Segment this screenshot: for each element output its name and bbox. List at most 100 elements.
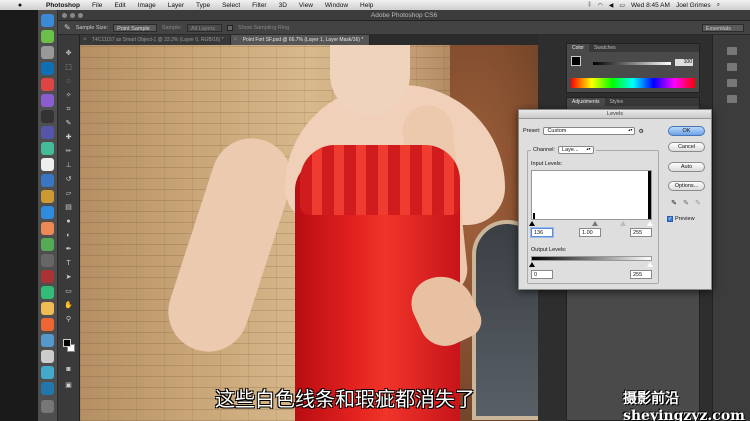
shape-tool-icon[interactable]: ▭ [63,287,74,296]
k-slider[interactable] [593,62,671,65]
eyedropper-tool-icon[interactable]: ✎ [63,119,74,128]
quick-select-tool-icon[interactable]: ✧ [63,91,74,100]
bluetooth-icon[interactable]: ᛒ [588,2,592,8]
menu-3d[interactable]: 3D [273,2,293,9]
dock-app-icon[interactable] [41,238,54,251]
blur-tool-icon[interactable]: ● [63,217,74,226]
preview-checkbox[interactable]: ✓ [667,216,673,222]
hand-tool-icon[interactable]: ✋ [63,301,74,310]
dock-app-icon[interactable] [41,222,54,235]
preset-options-icon[interactable]: ⚙ [638,128,643,135]
document-tab[interactable]: × T4C11157 as Smart Object-1 @ 33.3% (La… [80,35,231,45]
photoshop-dock-icon[interactable] [41,62,54,75]
options-button[interactable]: Options... [668,181,705,191]
dock-app-icon[interactable] [41,174,54,187]
cancel-button[interactable]: Cancel [668,142,705,152]
sample-size-select[interactable]: Point Sample [113,23,157,32]
dock-app-icon[interactable] [41,286,54,299]
zoom-window-button[interactable] [78,13,83,18]
input-white-slider[interactable] [647,221,653,226]
quick-mask-icon[interactable]: ◙ [63,365,74,374]
dock-app-icon[interactable] [41,142,54,155]
finder-dock-icon[interactable] [41,14,54,27]
volume-icon[interactable]: ◀ [609,2,614,9]
dock-app-icon[interactable] [41,190,54,203]
input-white-field[interactable]: 255 [630,228,652,237]
firefox-dock-icon[interactable] [41,318,54,331]
move-tool-icon[interactable]: ✥ [63,49,74,58]
input-gamma-slider[interactable] [592,221,598,226]
pen-tool-icon[interactable]: ✒ [63,245,74,254]
dock-app-icon[interactable] [41,158,54,171]
gray-eyedropper-icon[interactable]: ✎ [682,200,690,208]
black-eyedropper-icon[interactable]: ✎ [670,200,678,208]
dock-app-icon[interactable] [41,206,54,219]
dock-app-icon[interactable] [41,334,54,347]
menu-window[interactable]: Window [319,2,354,9]
workspace-select[interactable]: Essentials [701,23,744,32]
show-sampling-ring-checkbox[interactable] [227,24,234,31]
output-black-slider[interactable] [529,262,535,267]
input-black-field[interactable]: 136 [531,228,553,237]
dock-app-icon[interactable] [41,350,54,363]
menu-layer[interactable]: Layer [162,2,190,9]
info-panel-icon[interactable] [727,79,737,87]
white-eyedropper-icon[interactable]: ✎ [694,200,702,208]
sample-select[interactable]: All Layers [187,23,223,32]
output-white-field[interactable]: 255 [630,270,652,279]
tab-swatches[interactable]: Swatches [589,44,621,52]
k-value-field[interactable]: 100 [675,59,693,66]
dock-app-icon[interactable] [41,110,54,123]
history-brush-tool-icon[interactable]: ↺ [63,175,74,184]
output-white-slider[interactable] [647,262,653,267]
menu-help[interactable]: Help [354,2,379,9]
gradient-tool-icon[interactable]: ▤ [63,203,74,212]
close-tab-icon[interactable]: × [234,35,238,45]
preset-select[interactable]: Custom [543,127,636,135]
dock-app-icon[interactable] [41,366,54,379]
path-select-tool-icon[interactable]: ➤ [63,273,74,282]
marquee-tool-icon[interactable]: ⬚ [63,63,74,72]
minimize-window-button[interactable] [70,13,75,18]
brush-tool-icon[interactable]: ✏ [63,147,74,156]
foreground-color-swatch[interactable] [63,339,71,347]
menu-file[interactable]: File [86,2,108,9]
dock-app-icon[interactable] [41,126,54,139]
input-gamma-field[interactable]: 1.00 [579,228,601,237]
battery-icon[interactable]: ▭ [619,2,625,9]
trash-dock-icon[interactable] [41,400,54,413]
tab-styles[interactable]: Styles [605,98,629,106]
zoom-tool-icon[interactable]: ⚲ [63,315,74,324]
menubar-clock[interactable]: Wed 8:45 AM [631,2,670,9]
brush-panel-icon[interactable] [727,95,737,103]
type-tool-icon[interactable]: T [63,259,74,268]
healing-brush-tool-icon[interactable]: ✚ [63,133,74,142]
eraser-tool-icon[interactable]: ▱ [63,189,74,198]
input-black-slider[interactable] [529,221,535,226]
menu-type[interactable]: Type [190,2,216,9]
input-midpoint-slider[interactable] [620,221,626,226]
output-black-field[interactable]: 0 [531,270,553,279]
dock-app-icon[interactable] [41,30,54,43]
ok-button[interactable]: OK [668,126,705,136]
spotlight-icon[interactable]: ⌕ [717,2,720,9]
dodge-tool-icon[interactable]: ◐ [63,231,74,240]
document-tab-active[interactable]: × Point Fort SF.psd @ 66.7% (Layer 1, La… [230,35,371,45]
menu-image[interactable]: Image [132,2,162,9]
dock-app-icon[interactable] [41,254,54,267]
apple-menu-icon[interactable]: ● [0,2,40,9]
menubar-user[interactable]: Joel Grimes [676,2,711,9]
channel-select[interactable]: Laye... [558,146,594,154]
auto-button[interactable]: Auto [668,162,705,172]
properties-panel-icon[interactable] [727,63,737,71]
eyedropper-tool-icon[interactable]: ✎ [64,23,71,32]
dock-app-icon[interactable] [41,302,54,315]
menu-select[interactable]: Select [216,2,246,9]
document-canvas[interactable] [80,45,538,421]
color-ramp[interactable] [571,78,695,88]
screen-mode-icon[interactable]: ▣ [63,381,74,390]
panel-foreground-swatch[interactable] [571,56,581,66]
close-window-button[interactable] [62,13,67,18]
wifi-icon[interactable]: ◠ [597,2,602,9]
dock-app-icon[interactable] [41,270,54,283]
